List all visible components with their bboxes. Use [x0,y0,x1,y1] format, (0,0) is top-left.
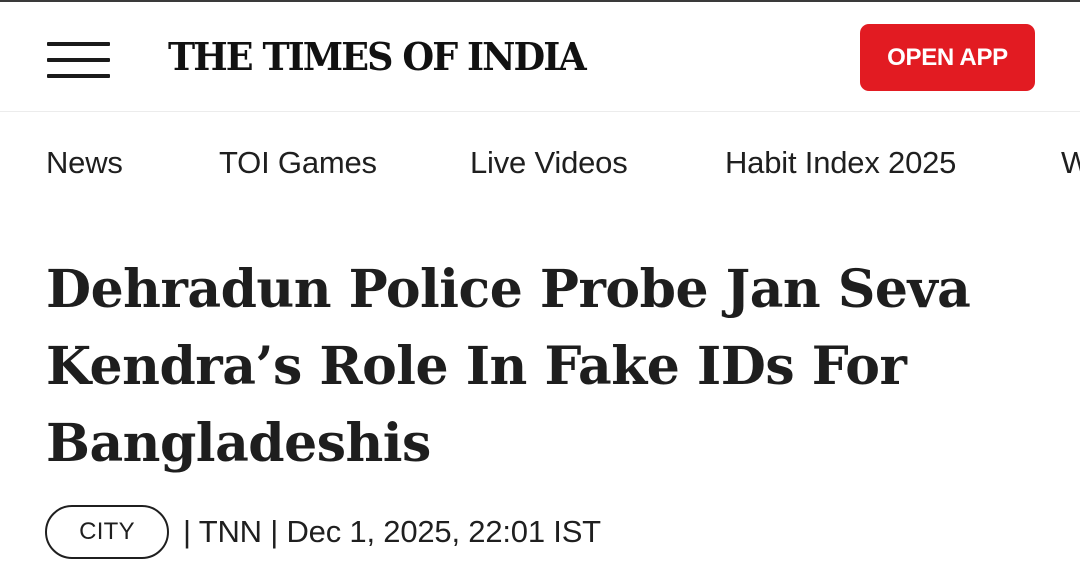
article-page: THE TIMES OF INDIA OPEN APP News TOI Gam… [0,0,1080,587]
byline-text: | TNN | Dec 1, 2025, 22:01 IST [183,514,601,549]
nav-item-toi-games[interactable]: TOI Games [219,145,377,181]
section-nav: News TOI Games Live Videos Habit Index 2… [0,113,1080,213]
hamburger-menu-icon[interactable] [47,42,110,78]
site-logo[interactable]: THE TIMES OF INDIA [168,34,587,79]
article-headline: Dehradun Police Probe Jan Seva Kendra’s … [46,251,1046,482]
nav-item-habit-index[interactable]: Habit Index 2025 [725,145,956,181]
menu-bar [47,58,110,62]
nav-item-live-videos[interactable]: Live Videos [470,145,628,181]
menu-bar [47,42,110,46]
article-byline: CITY | TNN | Dec 1, 2025, 22:01 IST [45,505,601,559]
headline-line: Bangladeshis [46,413,431,474]
headline-line: Dehradun Police Probe Jan Seva [46,259,971,320]
nav-item-news[interactable]: News [46,145,123,181]
site-header: THE TIMES OF INDIA OPEN APP [0,2,1080,112]
category-badge[interactable]: CITY [45,505,169,559]
headline-line: Kendra’s Role In Fake IDs For [46,336,907,397]
menu-bar [47,74,110,78]
open-app-button[interactable]: OPEN APP [860,24,1035,91]
nav-item-truncated[interactable]: W [1061,145,1080,181]
